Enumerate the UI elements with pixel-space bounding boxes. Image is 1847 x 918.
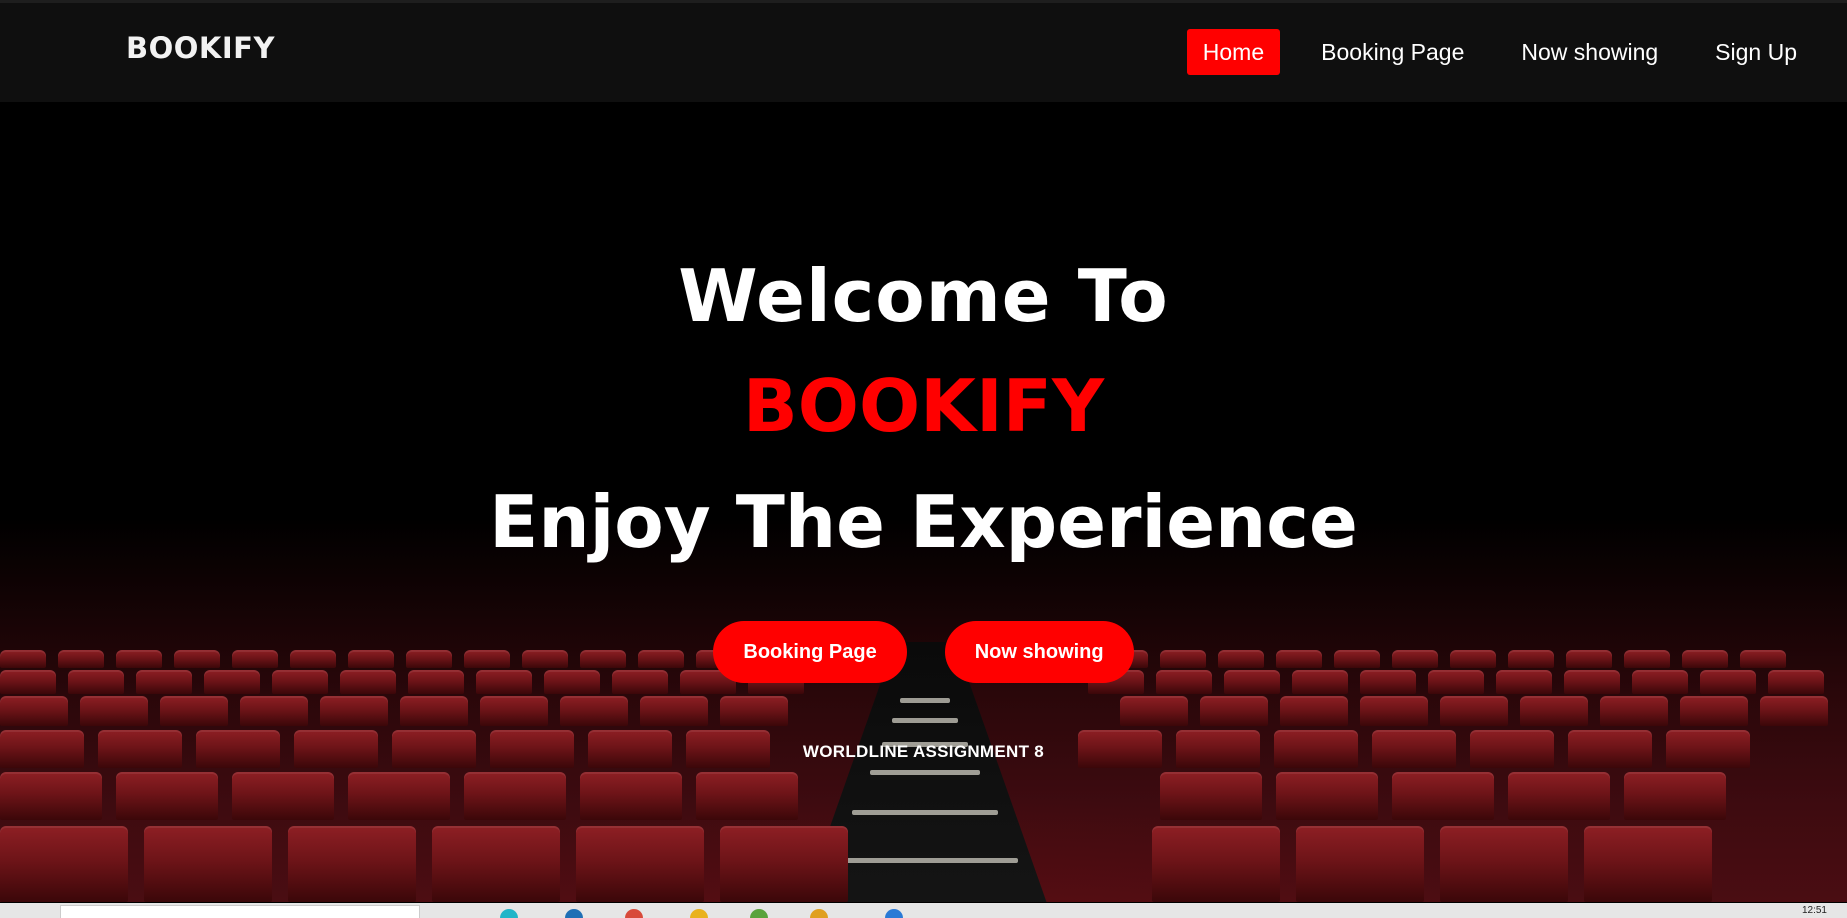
top-navbar: BOOKIFY Home Booking Page Now showing Si…	[0, 0, 1847, 102]
seat	[1296, 826, 1424, 902]
seat	[160, 696, 228, 726]
app-window: BOOKIFY Home Booking Page Now showing Si…	[0, 0, 1847, 918]
brand-logo[interactable]: BOOKIFY	[126, 31, 275, 65]
taskbar-app-icon[interactable]	[565, 909, 583, 918]
seat	[580, 772, 682, 820]
taskbar-app-icon[interactable]	[750, 909, 768, 918]
taskbar-folder-icon[interactable]	[690, 909, 708, 918]
seat	[696, 772, 798, 820]
seat	[1120, 696, 1188, 726]
nav-home[interactable]: Home	[1186, 28, 1281, 75]
stair-step	[870, 770, 980, 775]
seat	[240, 696, 308, 726]
seat	[144, 826, 272, 902]
taskbar-search-box[interactable]	[60, 905, 420, 918]
seat	[480, 696, 548, 726]
seat	[1392, 772, 1494, 820]
hero-buttons: Booking Page Now showing	[0, 621, 1847, 683]
now-showing-button[interactable]: Now showing	[944, 621, 1134, 683]
seat	[1440, 826, 1568, 902]
stair-step	[852, 810, 998, 815]
nav-sign-up[interactable]: Sign Up	[1699, 29, 1813, 75]
seat	[1760, 696, 1828, 726]
nav-now-showing[interactable]: Now showing	[1505, 29, 1674, 75]
assignment-tagline: WORLDLINE ASSIGNMENT 8	[802, 742, 1045, 761]
seat	[320, 696, 388, 726]
seat	[720, 696, 788, 726]
seat	[464, 772, 566, 820]
stair-step	[900, 698, 950, 703]
taskbar-app-icon[interactable]	[810, 909, 828, 918]
seat	[1160, 772, 1262, 820]
seat	[0, 826, 128, 902]
seat	[232, 772, 334, 820]
stair-step	[832, 858, 1018, 863]
seat	[432, 826, 560, 902]
seat	[640, 696, 708, 726]
seat	[1600, 696, 1668, 726]
seat	[1584, 826, 1712, 902]
seat	[116, 772, 218, 820]
seat	[1440, 696, 1508, 726]
os-taskbar: 12:51	[0, 903, 1847, 918]
taskbar-app-icon[interactable]	[885, 909, 903, 918]
seat	[560, 696, 628, 726]
seat	[1520, 696, 1588, 726]
seat	[1200, 696, 1268, 726]
seat	[1508, 772, 1610, 820]
booking-page-button[interactable]: Booking Page	[713, 621, 907, 683]
seat	[0, 772, 102, 820]
stair-step	[892, 718, 958, 723]
seat	[1280, 696, 1348, 726]
brand-heading: BOOKIFY	[742, 364, 1105, 448]
taskbar-app-icon[interactable]	[500, 909, 518, 918]
seat	[1360, 696, 1428, 726]
welcome-heading: Welcome To	[678, 254, 1169, 338]
seat	[288, 826, 416, 902]
seat	[1624, 772, 1726, 820]
seat	[1680, 696, 1748, 726]
nav-links: Home Booking Page Now showing Sign Up	[1186, 28, 1847, 75]
seat	[1152, 826, 1280, 902]
seat	[400, 696, 468, 726]
hero-section: Welcome To BOOKIFY Enjoy The Experience …	[0, 102, 1847, 902]
seat	[1276, 772, 1378, 820]
taskbar-browser-icon[interactable]	[625, 909, 643, 918]
seat	[576, 826, 704, 902]
taskbar-clock: 12:51	[1801, 905, 1827, 916]
seat	[0, 696, 68, 726]
nav-booking-page[interactable]: Booking Page	[1305, 29, 1480, 75]
experience-heading: Enjoy The Experience	[489, 480, 1358, 564]
seat	[348, 772, 450, 820]
seat	[80, 696, 148, 726]
